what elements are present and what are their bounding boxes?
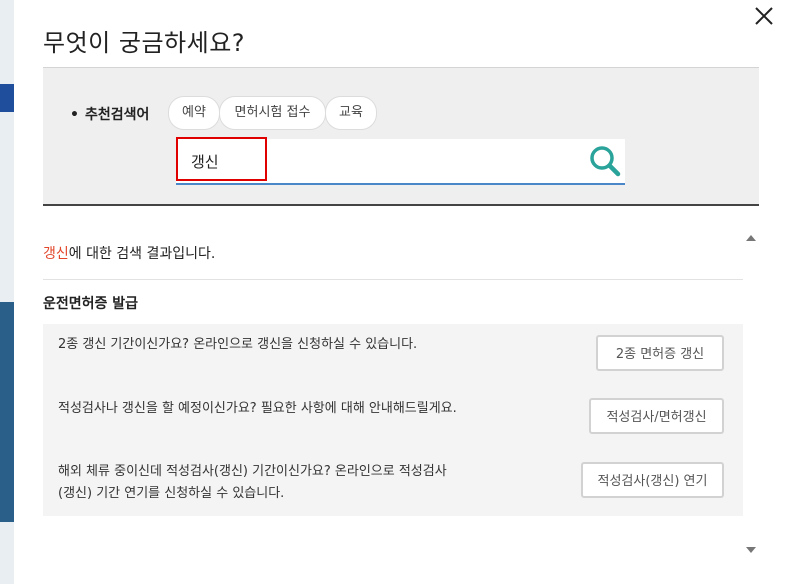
backdrop-strip	[0, 0, 14, 84]
renew-license-button[interactable]: 2종 면허증 갱신	[596, 335, 724, 371]
search-results: 갱신에 대한 검색 결과입니다. 운전면허증 발급 2종 갱신 기간이신가요? …	[43, 210, 743, 584]
close-button[interactable]	[754, 6, 774, 26]
caret-up-icon	[746, 235, 756, 241]
result-item: 2종 갱신 기간이신가요? 온라인으로 갱신을 신청하실 수 있습니다. 2종 …	[43, 324, 743, 388]
search-box	[176, 137, 625, 185]
result-summary-text: 에 대한 검색 결과입니다.	[68, 246, 216, 262]
result-item-text: 2종 갱신 기간이신가요? 온라인으로 갱신을 신청하실 수 있습니다.	[58, 337, 418, 352]
result-list: 2종 갱신 기간이신가요? 온라인으로 갱신을 신청하실 수 있습니다. 2종 …	[43, 324, 743, 516]
search-input[interactable]	[176, 139, 591, 183]
result-summary: 갱신에 대한 검색 결과입니다.	[43, 243, 215, 263]
backdrop-strip	[0, 84, 14, 112]
search-icon	[590, 146, 621, 177]
backdrop-strip	[0, 112, 14, 302]
chip-license-exam[interactable]: 면허시험 접수	[219, 96, 326, 130]
divider	[43, 279, 743, 280]
recommend-label: • 추천검색어	[70, 104, 149, 124]
search-panel: • 추천검색어 예약 면허시험 접수 교육	[43, 67, 759, 206]
section-title: 운전면허증 발급	[43, 296, 139, 312]
modal-title: 무엇이 궁금하세요?	[43, 29, 246, 57]
result-item: 적성검사나 갱신을 할 예정이신가요? 필요한 사항에 대해 안내해드릴게요. …	[43, 388, 743, 452]
close-icon	[755, 7, 773, 25]
result-keyword: 갱신	[43, 246, 69, 262]
chip-reservation[interactable]: 예약	[168, 96, 220, 130]
aptitude-renewal-button[interactable]: 적성검사/면허갱신	[589, 398, 724, 434]
scroll-up-arrow[interactable]	[745, 228, 757, 241]
result-item: 해외 체류 중이신데 적성검사(갱신) 기간이신가요? 온라인으로 적성검사(갱…	[43, 452, 743, 516]
result-item-text: 적성검사나 갱신을 할 예정이신가요? 필요한 사항에 대해 안내해드릴게요.	[58, 401, 457, 416]
scroll-down-arrow[interactable]	[745, 540, 757, 553]
bullet-icon: •	[70, 107, 79, 123]
search-button[interactable]	[588, 144, 622, 178]
backdrop-strip	[0, 302, 14, 522]
recommend-label-text: 추천검색어	[84, 107, 150, 123]
search-modal: 무엇이 궁금하세요? • 추천검색어 예약 면허시험 접수 교육 갱신에 대한 검…	[14, 0, 787, 584]
result-item-text: 해외 체류 중이신데 적성검사(갱신) 기간이신가요? 온라인으로 적성검사(갱…	[58, 464, 447, 501]
backdrop-strip	[0, 522, 14, 584]
caret-down-icon	[746, 547, 756, 553]
chip-education[interactable]: 교육	[325, 96, 377, 130]
aptitude-extension-button[interactable]: 적성검사(갱신) 연기	[581, 462, 724, 498]
